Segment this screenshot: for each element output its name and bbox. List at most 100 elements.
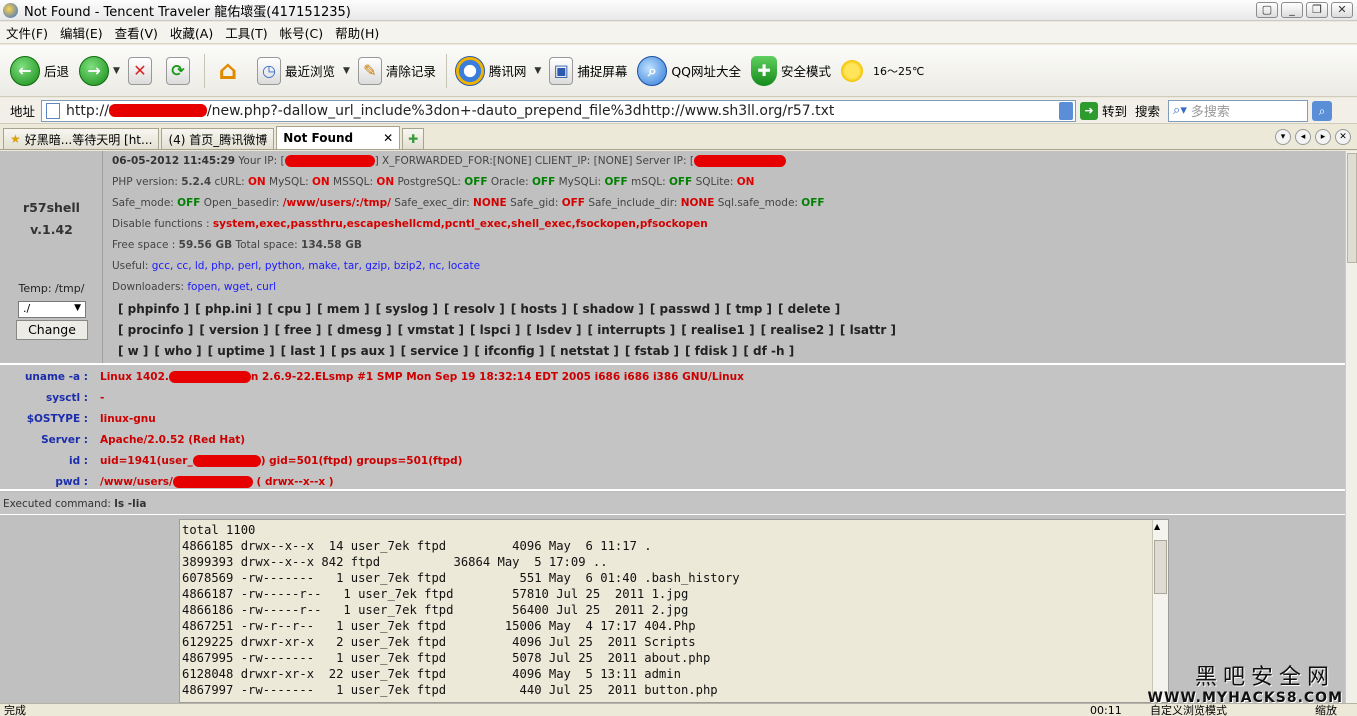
command-link[interactable]: [ realise2 ] bbox=[761, 323, 834, 337]
close-button[interactable]: ✕ bbox=[1331, 2, 1353, 18]
tab-list-icon[interactable]: ▾ bbox=[1275, 129, 1291, 145]
minimize-button[interactable]: _ bbox=[1281, 2, 1303, 18]
command-link[interactable]: [ vmstat ] bbox=[398, 323, 464, 337]
weather-label: 16～25℃ bbox=[873, 64, 925, 78]
forward-dropdown-icon[interactable]: ▼ bbox=[113, 66, 120, 76]
command-link[interactable]: [ php.ini ] bbox=[195, 302, 261, 316]
tab-forward-icon[interactable]: ▸ bbox=[1315, 129, 1331, 145]
scroll-up-icon[interactable]: ▲ bbox=[1154, 522, 1160, 531]
refresh-button[interactable]: ⟳ bbox=[165, 56, 194, 85]
page-scroll-thumb[interactable] bbox=[1347, 153, 1357, 263]
menu-account[interactable]: 帐号(C) bbox=[274, 23, 329, 42]
shell-version: v.1.42 bbox=[30, 222, 73, 237]
command-link[interactable]: [ service ] bbox=[401, 344, 469, 358]
command-link[interactable]: [ hosts ] bbox=[511, 302, 567, 316]
skin-button[interactable]: ▢ bbox=[1256, 2, 1278, 18]
recent-dropdown-icon[interactable]: ▼ bbox=[343, 66, 350, 76]
command-link[interactable]: [ passwd ] bbox=[650, 302, 720, 316]
command-link[interactable]: [ ps aux ] bbox=[331, 344, 395, 358]
clear-history-button[interactable]: ✎ 清除记录 bbox=[357, 56, 436, 85]
stop-button[interactable]: ✕ bbox=[127, 56, 156, 85]
url-dropdown-icon[interactable] bbox=[1059, 101, 1074, 120]
command-link[interactable]: [ ifconfig ] bbox=[474, 344, 544, 358]
command-row: [ w ] [ who ] [ uptime ] [ last ] [ ps aux ]… bbox=[118, 341, 1338, 362]
search-engine-icon[interactable]: ⌕▾ bbox=[1173, 103, 1187, 118]
info-label: Safe_exec_dir: bbox=[390, 197, 474, 209]
command-link[interactable]: [ uptime ] bbox=[208, 344, 275, 358]
command-link[interactable]: [ netstat ] bbox=[550, 344, 618, 358]
info-value: NONE bbox=[473, 197, 507, 209]
watermark-logo: 黑吧安全网 bbox=[1194, 665, 1335, 690]
tab-weibo[interactable]: (4) 首页_腾讯微博 bbox=[161, 128, 275, 149]
quick-commands: [ phpinfo ] [ php.ini ] [ cpu ] [ mem ] [ sy… bbox=[118, 299, 1338, 362]
command-link[interactable]: [ phpinfo ] bbox=[118, 302, 189, 316]
recent-button[interactable]: ◷ 最近浏览 bbox=[256, 56, 335, 85]
command-output-box[interactable]: total 1100 4866185 drwx--x--x 14 user_7ek… bbox=[179, 519, 1169, 703]
tab-back-icon[interactable]: ◂ bbox=[1295, 129, 1311, 145]
command-link[interactable]: [ last ] bbox=[281, 344, 325, 358]
tab-favorite[interactable]: ★ 好黑暗...等待天明 [ht... bbox=[3, 128, 160, 149]
shell-brand: r57shell v.1.42 bbox=[0, 197, 103, 241]
menu-favorites[interactable]: 收藏(A) bbox=[164, 23, 219, 42]
shell-brand-panel: r57shell v.1.42 Temp: /tmp/ ./ ▼ Change bbox=[0, 151, 103, 363]
menu-tools[interactable]: 工具(T) bbox=[219, 23, 273, 42]
forward-button[interactable]: → bbox=[79, 55, 113, 86]
command-link[interactable]: [ mem ] bbox=[317, 302, 369, 316]
url-input[interactable]: http:// /new.php?-dallow_url_include%3do… bbox=[41, 99, 1077, 122]
command-link[interactable]: [ lspci ] bbox=[470, 323, 520, 337]
disable-label: Disable functions : bbox=[112, 218, 213, 230]
output-scrollbar[interactable]: ▲ bbox=[1152, 520, 1168, 702]
command-link[interactable]: [ cpu ] bbox=[268, 302, 312, 316]
command-link[interactable]: [ fstab ] bbox=[625, 344, 679, 358]
command-link[interactable]: [ realise1 ] bbox=[681, 323, 754, 337]
safe-mode-button[interactable]: ✚ 安全模式 bbox=[751, 55, 832, 86]
command-link[interactable]: [ df -h ] bbox=[743, 344, 794, 358]
output-line: 6078569 -rw------- 1 user_7ek ftpd 551 M… bbox=[182, 571, 740, 585]
command-link[interactable]: [ fdisk ] bbox=[685, 344, 737, 358]
page-scrollbar[interactable] bbox=[1345, 151, 1357, 703]
menu-edit[interactable]: 编辑(E) bbox=[54, 23, 109, 42]
command-link[interactable]: [ shadow ] bbox=[573, 302, 644, 316]
menu-view[interactable]: 查看(V) bbox=[109, 23, 164, 42]
command-link[interactable]: [ version ] bbox=[199, 323, 268, 337]
tab-not-found[interactable]: Not Found ✕ bbox=[276, 126, 401, 149]
capture-screen-button[interactable]: ▣ 捕捉屏幕 bbox=[549, 56, 627, 85]
menu-file[interactable]: 文件(F) bbox=[0, 23, 54, 42]
new-tab-button[interactable]: ✚ bbox=[402, 128, 425, 149]
command-link[interactable]: [ who ] bbox=[154, 344, 201, 358]
command-link[interactable]: [ w ] bbox=[118, 344, 148, 358]
tab-close-icon[interactable]: ✕ bbox=[383, 131, 393, 145]
command-link[interactable]: [ tmp ] bbox=[726, 302, 772, 316]
qq-site-button[interactable]: 腾讯网 bbox=[454, 55, 526, 86]
command-link[interactable]: [ dmesg ] bbox=[327, 323, 391, 337]
temp-select[interactable]: ./ ▼ bbox=[18, 301, 86, 318]
maximize-button[interactable]: ❐ bbox=[1306, 2, 1328, 18]
scroll-thumb[interactable] bbox=[1154, 540, 1167, 594]
change-button[interactable]: Change bbox=[16, 320, 88, 340]
search-area: 搜索 ⌕▾ 多搜索 ⌕ bbox=[1135, 99, 1333, 122]
status-zoom[interactable]: 缩放100% bbox=[1315, 704, 1357, 716]
command-link[interactable]: [ syslog ] bbox=[376, 302, 438, 316]
safe-mode-label: 安全模式 bbox=[781, 64, 832, 79]
page-viewport: r57shell v.1.42 Temp: /tmp/ ./ ▼ Change … bbox=[0, 151, 1345, 703]
home-button[interactable]: ⌂ bbox=[213, 56, 247, 86]
qq-directory-button[interactable]: ⌕ QQ网址大全 bbox=[637, 55, 741, 86]
status-mode[interactable]: 自定义浏览模式 bbox=[1150, 704, 1227, 716]
search-input[interactable]: ⌕▾ 多搜索 bbox=[1168, 99, 1309, 122]
go-button[interactable]: ➜ 转到 bbox=[1080, 101, 1127, 120]
command-link[interactable]: [ procinfo ] bbox=[118, 323, 193, 337]
back-button[interactable]: ← 后退 bbox=[10, 55, 69, 86]
weather-widget[interactable]: 16～25℃ bbox=[841, 59, 925, 82]
menu-help[interactable]: 帮助(H) bbox=[329, 23, 385, 42]
command-link[interactable]: [ delete ] bbox=[778, 302, 840, 316]
command-link[interactable]: [ resolv ] bbox=[444, 302, 505, 316]
command-link[interactable]: [ lsdev ] bbox=[526, 323, 581, 337]
search-button[interactable]: ⌕ bbox=[1312, 100, 1333, 121]
command-link[interactable]: [ free ] bbox=[275, 323, 322, 337]
tab-close-all-icon[interactable]: ✕ bbox=[1335, 129, 1351, 145]
forwarded-info: ] X_FORWARDED_FOR:[NONE] CLIENT_IP: [NON… bbox=[374, 155, 694, 167]
qq-site-dropdown-icon[interactable]: ▼ bbox=[534, 66, 541, 76]
shield-icon: ✚ bbox=[751, 55, 778, 86]
command-link[interactable]: [ interrupts ] bbox=[588, 323, 676, 337]
command-link[interactable]: [ lsattr ] bbox=[840, 323, 896, 337]
